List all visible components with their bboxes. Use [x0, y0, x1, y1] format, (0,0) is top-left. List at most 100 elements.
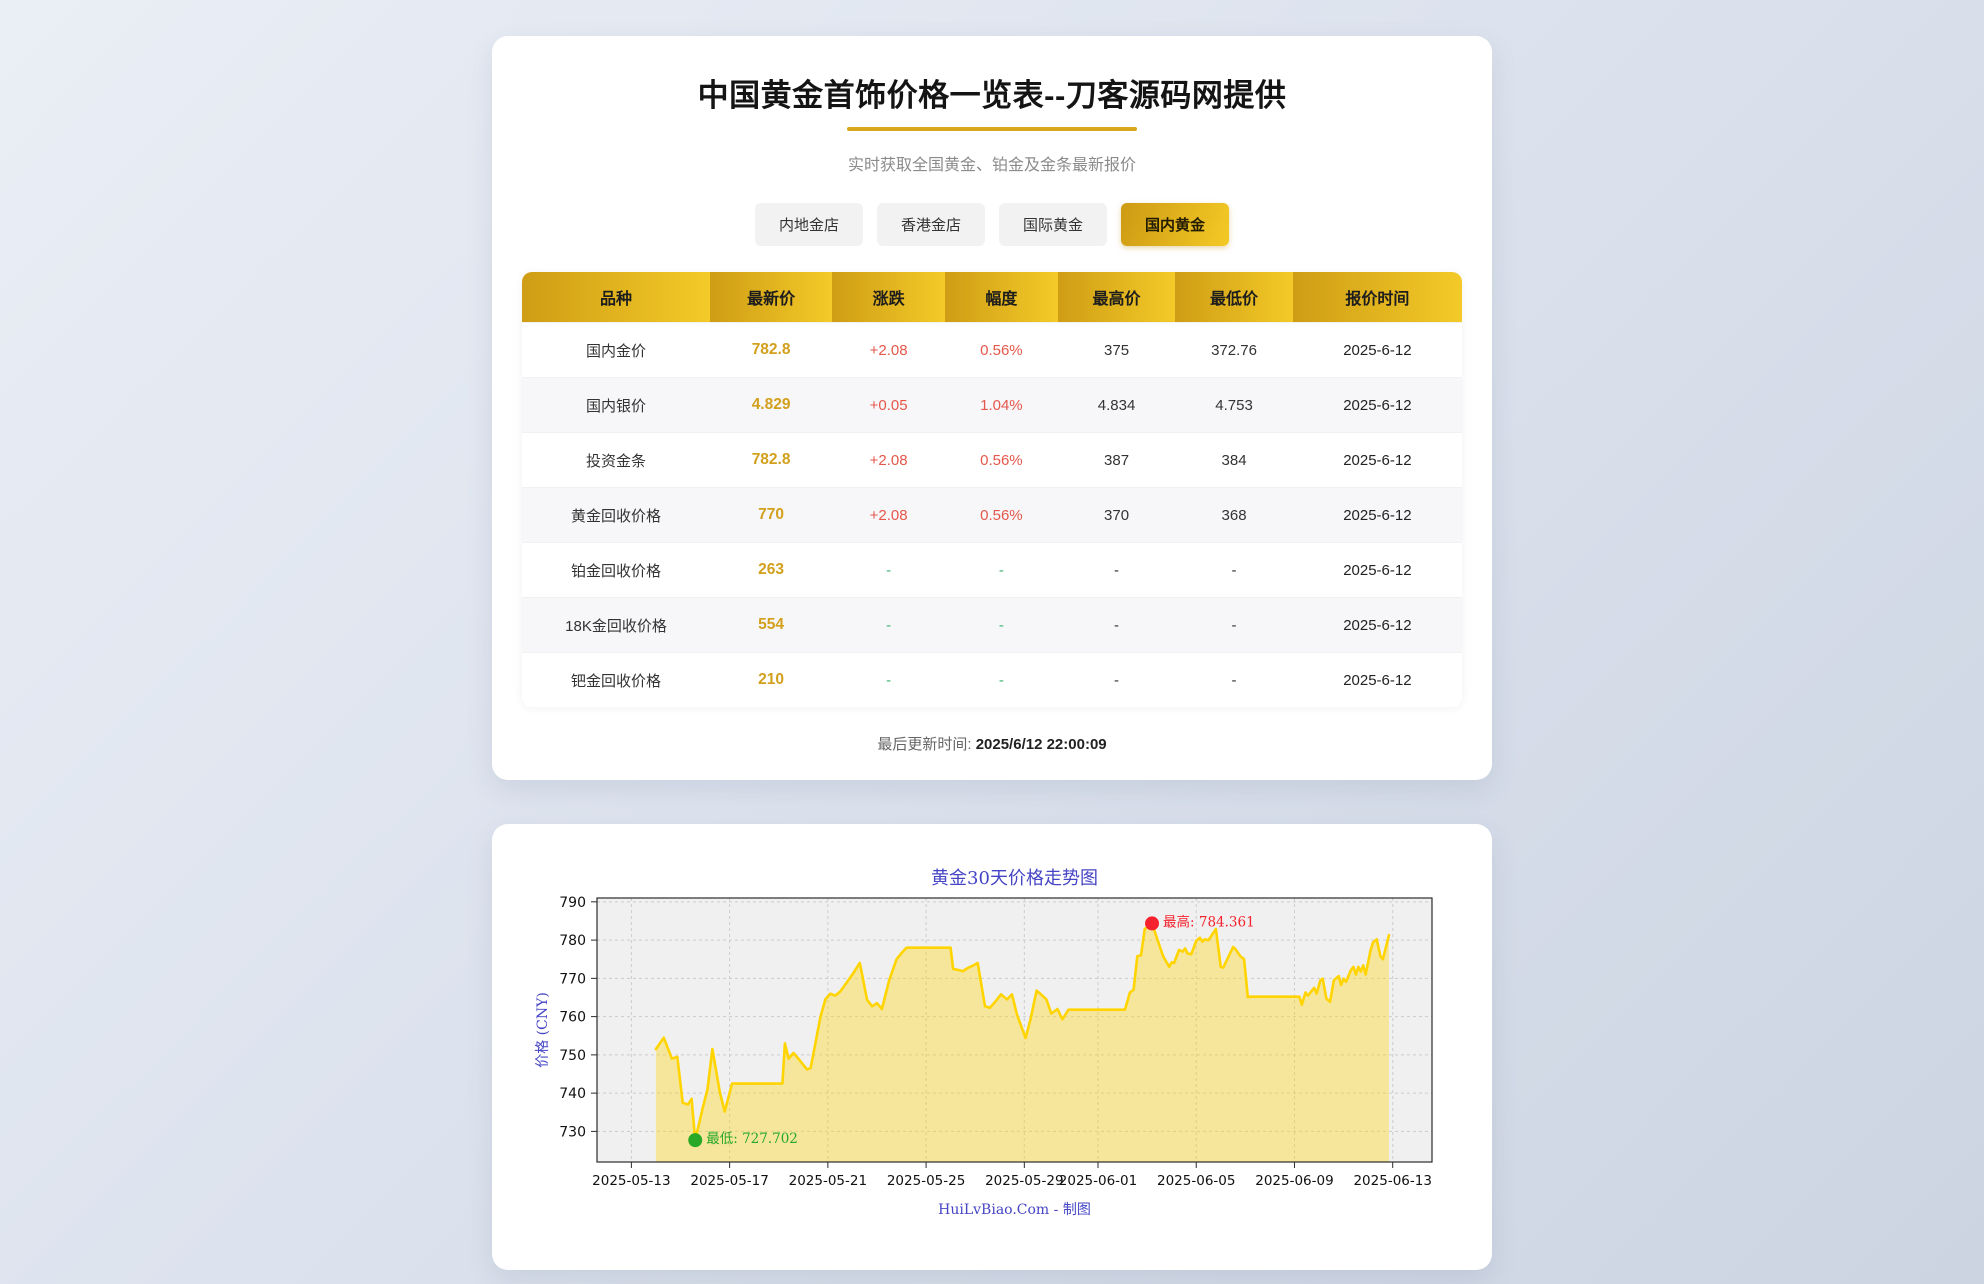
- table-cell: 钯金回收价格: [522, 653, 710, 708]
- table-row: 黄金回收价格770+2.080.56%3703682025-6-12: [522, 488, 1462, 543]
- x-tick-label: 2025-06-01: [1059, 1173, 1137, 1189]
- x-tick-label: 2025-05-17: [690, 1173, 768, 1189]
- table-cell: 384: [1175, 433, 1293, 488]
- min-point-marker: [688, 1133, 702, 1147]
- table-cell: -: [832, 598, 945, 653]
- table-cell: -: [1058, 598, 1176, 653]
- table-cell: 554: [710, 598, 832, 653]
- table-row: 铂金回收价格263----2025-6-12: [522, 543, 1462, 598]
- y-tick-label: 740: [559, 1086, 586, 1102]
- column-header: 最高价: [1058, 272, 1176, 323]
- y-tick-label: 790: [559, 895, 586, 911]
- table-cell: 0.56%: [945, 488, 1058, 543]
- table-cell: 1.04%: [945, 378, 1058, 433]
- table-row: 国内金价782.8+2.080.56%375372.762025-6-12: [522, 323, 1462, 378]
- gold-price-chart: 730 740 750 760 770 780 790 2025-05-13 2025-05-1…: [527, 862, 1457, 1232]
- table-row: 18K金回收价格554----2025-6-12: [522, 598, 1462, 653]
- table-cell: 370: [1058, 488, 1176, 543]
- tab-international-gold[interactable]: 国际黄金: [999, 203, 1107, 246]
- table-cell: +2.08: [832, 488, 945, 543]
- table-cell: 372.76: [1175, 323, 1293, 378]
- table-body: 国内金价782.8+2.080.56%375372.762025-6-12国内银…: [522, 323, 1462, 708]
- x-tick-label: 2025-06-05: [1157, 1173, 1235, 1189]
- last-update: 最后更新时间: 2025/6/12 22:00:09: [522, 733, 1462, 754]
- y-tick-label: 730: [559, 1124, 586, 1140]
- column-header: 报价时间: [1293, 272, 1462, 323]
- table-cell: 4.829: [710, 378, 832, 433]
- y-tick-label: 770: [559, 971, 586, 987]
- table-cell: 368: [1175, 488, 1293, 543]
- table-header-row: 品种最新价涨跌幅度最高价最低价报价时间: [522, 272, 1462, 323]
- x-tick-label: 2025-06-09: [1255, 1173, 1333, 1189]
- table-row: 投资金条782.8+2.080.56%3873842025-6-12: [522, 433, 1462, 488]
- tab-mainland-stores[interactable]: 内地金店: [755, 203, 863, 246]
- table-cell: +2.08: [832, 433, 945, 488]
- table-cell: 2025-6-12: [1293, 378, 1462, 433]
- table-cell: 国内金价: [522, 323, 710, 378]
- column-header: 品种: [522, 272, 710, 323]
- x-tick-label: 2025-05-29: [985, 1173, 1063, 1189]
- chart-card: 730 740 750 760 770 780 790 2025-05-13 2025-05-1…: [492, 824, 1492, 1270]
- page-title: 中国黄金首饰价格一览表--刀客源码网提供: [522, 70, 1462, 115]
- max-point-marker: [1145, 916, 1159, 930]
- column-header: 最新价: [710, 272, 832, 323]
- table-row: 钯金回收价格210----2025-6-12: [522, 653, 1462, 708]
- table-cell: -: [1058, 543, 1176, 598]
- chart-title: 黄金30天价格走势图: [931, 868, 1098, 889]
- table-cell: 国内银价: [522, 378, 710, 433]
- table-cell: 782.8: [710, 433, 832, 488]
- x-tick-label: 2025-05-25: [887, 1173, 965, 1189]
- table-cell: 782.8: [710, 323, 832, 378]
- table-cell: 4.753: [1175, 378, 1293, 433]
- table-cell: -: [832, 543, 945, 598]
- price-card: 中国黄金首饰价格一览表--刀客源码网提供 实时获取全国黄金、铂金及金条最新报价 …: [492, 36, 1492, 780]
- table-cell: 2025-6-12: [1293, 653, 1462, 708]
- watermark: HuiLvBiao.Com - 制图: [938, 1202, 1091, 1218]
- y-axis-label: 价格 (CNY): [535, 992, 551, 1068]
- table-cell: -: [1175, 543, 1293, 598]
- table-cell: -: [1175, 653, 1293, 708]
- table-cell: 4.834: [1058, 378, 1176, 433]
- tab-hongkong-stores[interactable]: 香港金店: [877, 203, 985, 246]
- table-cell: 2025-6-12: [1293, 543, 1462, 598]
- table-cell: +0.05: [832, 378, 945, 433]
- table-cell: 投资金条: [522, 433, 710, 488]
- table-cell: -: [832, 653, 945, 708]
- title-underline: [847, 127, 1137, 131]
- y-tick-label: 760: [559, 1010, 586, 1026]
- table-cell: 387: [1058, 433, 1176, 488]
- table-cell: -: [945, 653, 1058, 708]
- table-cell: 黄金回收价格: [522, 488, 710, 543]
- x-tick-label: 2025-06-13: [1353, 1173, 1431, 1189]
- table-cell: -: [945, 543, 1058, 598]
- table-cell: 210: [710, 653, 832, 708]
- max-annotation: 最高: 784.361: [1163, 913, 1255, 930]
- table-cell: 18K金回收价格: [522, 598, 710, 653]
- price-table-container: 品种最新价涨跌幅度最高价最低价报价时间 国内金价782.8+2.080.56%3…: [522, 272, 1462, 707]
- table-cell: 375: [1058, 323, 1176, 378]
- column-header: 最低价: [1175, 272, 1293, 323]
- table-cell: 770: [710, 488, 832, 543]
- table-cell: 2025-6-12: [1293, 433, 1462, 488]
- min-annotation: 最低: 727.702: [706, 1131, 798, 1147]
- table-cell: 铂金回收价格: [522, 543, 710, 598]
- y-tick-label: 780: [559, 933, 586, 949]
- table-cell: -: [1058, 653, 1176, 708]
- page-container: 中国黄金首饰价格一览表--刀客源码网提供 实时获取全国黄金、铂金及金条最新报价 …: [492, 0, 1492, 1270]
- x-tick-label: 2025-05-13: [592, 1173, 670, 1189]
- table-cell: -: [945, 598, 1058, 653]
- table-cell: 2025-6-12: [1293, 323, 1462, 378]
- last-update-time: 2025/6/12 22:00:09: [976, 736, 1107, 753]
- y-tick-label: 750: [559, 1048, 586, 1064]
- table-cell: 0.56%: [945, 323, 1058, 378]
- column-header: 涨跌: [832, 272, 945, 323]
- table-row: 国内银价4.829+0.051.04%4.8344.7532025-6-12: [522, 378, 1462, 433]
- price-table: 品种最新价涨跌幅度最高价最低价报价时间 国内金价782.8+2.080.56%3…: [522, 272, 1462, 707]
- column-header: 幅度: [945, 272, 1058, 323]
- table-cell: 263: [710, 543, 832, 598]
- table-cell: -: [1175, 598, 1293, 653]
- tab-bar: 内地金店香港金店国际黄金国内黄金: [522, 203, 1462, 246]
- tab-domestic-gold[interactable]: 国内黄金: [1121, 203, 1229, 246]
- x-tick-label: 2025-05-21: [789, 1173, 867, 1189]
- table-cell: +2.08: [832, 323, 945, 378]
